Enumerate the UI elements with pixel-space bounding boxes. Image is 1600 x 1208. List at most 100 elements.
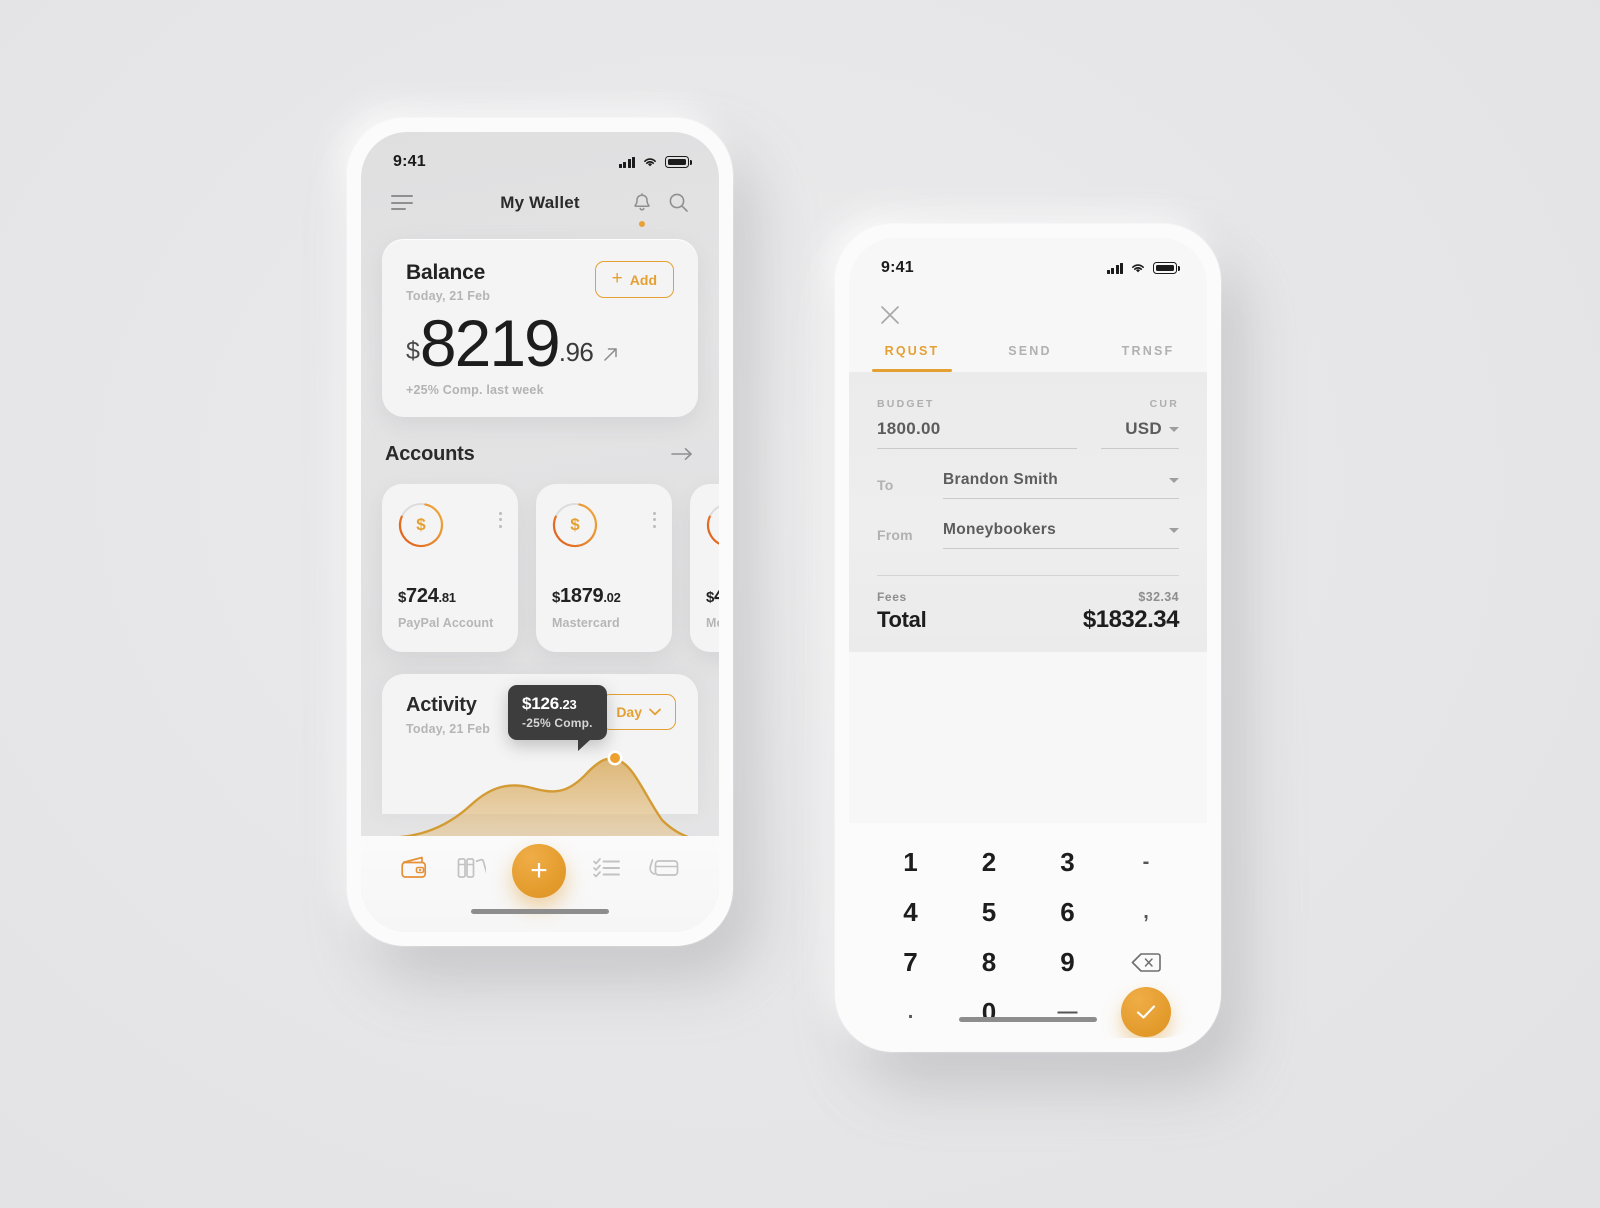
key-period[interactable]: .: [871, 987, 950, 1037]
caret-down-icon: [1169, 426, 1179, 432]
fees-value: $32.34: [1138, 590, 1179, 604]
balance-progress-ring: $: [398, 502, 444, 548]
transaction-type-tabs: RQUST SEND TRNSF: [849, 344, 1207, 372]
numeric-keypad: 1 2 3 - 4 5 6 , 7 8 9 . 0 —: [849, 823, 1207, 1038]
balance-decimal: .96: [558, 336, 594, 367]
balance-comparison-note: +25% Comp. last week: [406, 382, 544, 397]
tooltip-amount-int: $126: [522, 693, 560, 713]
key-4[interactable]: 4: [871, 887, 950, 937]
key-2[interactable]: 2: [950, 837, 1029, 887]
to-field[interactable]: Brandon Smith: [943, 471, 1179, 499]
tab-send[interactable]: SEND: [971, 344, 1089, 372]
account-name: PayPal Account: [398, 615, 494, 630]
from-row: From Moneybookers: [877, 521, 1179, 549]
key-7[interactable]: 7: [871, 937, 950, 987]
tooltip-note: -25% Comp.: [522, 715, 593, 730]
tab-rqust[interactable]: RQUST: [853, 344, 971, 372]
account-card[interactable]: $ $1879.02 Mastercard: [536, 483, 672, 652]
phone-request-screen: 9:41 RQUST SEND TRNSF BUDGET 1800.00 CUR…: [835, 224, 1221, 1052]
account-amount-int: 724: [406, 584, 439, 607]
field-underline: [943, 498, 1179, 499]
account-currency: $: [706, 588, 715, 606]
status-time: 9:41: [393, 153, 426, 170]
app-header: My Wallet: [361, 178, 719, 227]
activity-card: Activity Today, 21 Feb Day $126.23 -25% …: [382, 673, 719, 842]
field-underline: [1101, 448, 1179, 449]
key-comma[interactable]: ,: [1107, 887, 1186, 937]
key-5[interactable]: 5: [950, 887, 1029, 937]
page-title: My Wallet: [500, 192, 580, 212]
total-row: Total $1832.34: [877, 604, 1180, 634]
add-balance-label: Add: [629, 271, 657, 288]
balance-progress-ring: $: [706, 502, 719, 548]
budget-currency-row: BUDGET 1800.00 CUR USD: [877, 398, 1179, 449]
field-underline: [943, 548, 1179, 549]
budget-field[interactable]: BUDGET 1800.00: [877, 398, 1077, 449]
to-select[interactable]: Brandon Smith: [943, 471, 1179, 489]
notification-dot: [639, 221, 645, 227]
backspace-icon[interactable]: [1107, 937, 1186, 987]
account-card[interactable]: $ $42 Mone: [690, 483, 719, 652]
from-value: Moneybookers: [943, 521, 1056, 538]
from-select[interactable]: Moneybookers: [943, 521, 1179, 539]
header-actions: [632, 192, 689, 227]
account-card[interactable]: $ $724.81 PayPal Account: [382, 483, 518, 652]
account-amount: $42: [706, 585, 719, 608]
add-balance-button[interactable]: + Add: [594, 261, 674, 298]
budget-input[interactable]: 1800.00: [877, 419, 1077, 439]
key-3[interactable]: 3: [1028, 837, 1107, 887]
wifi-icon: [1132, 264, 1144, 273]
key-0[interactable]: 0: [950, 987, 1029, 1037]
hamburger-icon[interactable]: [391, 195, 413, 210]
period-label: Day: [616, 703, 642, 720]
add-fab[interactable]: +: [512, 844, 566, 898]
fees-row: Fees $32.34: [877, 590, 1179, 604]
dollar-icon: $: [570, 514, 580, 534]
from-field[interactable]: Moneybookers: [943, 521, 1179, 549]
chevron-down-icon: [649, 708, 661, 715]
key-minus-sign[interactable]: -: [1107, 837, 1186, 887]
bell-icon[interactable]: [632, 192, 652, 227]
accounts-header: Accounts: [361, 417, 719, 466]
balance-progress-ring: $: [552, 502, 598, 548]
key-6[interactable]: 6: [1028, 887, 1107, 937]
check-icon: [1120, 987, 1171, 1037]
status-icons: [1106, 262, 1180, 274]
totals-section: Fees $32.34 Total $1832.34: [877, 575, 1180, 634]
key-9[interactable]: 9: [1028, 937, 1107, 987]
battery-icon: [1153, 262, 1180, 274]
key-dash[interactable]: —: [1028, 987, 1107, 1037]
balance-card: Balance Today, 21 Feb + Add $ 8219 .96 +…: [382, 239, 698, 417]
folders-icon[interactable]: [456, 850, 488, 880]
trend-up-arrow-icon: [602, 346, 619, 363]
caret-down-icon: [1169, 477, 1179, 483]
balance-integer: 8219: [419, 306, 561, 380]
currency-label: CUR: [1149, 398, 1179, 410]
wallet-icon[interactable]: [400, 850, 430, 880]
confirm-button[interactable]: [1107, 987, 1186, 1037]
cards-icon[interactable]: [648, 850, 680, 880]
add-fab-label: +: [530, 854, 548, 887]
account-options-button[interactable]: [653, 502, 656, 528]
account-currency: $: [398, 588, 407, 606]
to-row: To Brandon Smith: [877, 471, 1179, 499]
accounts-carousel[interactable]: $ $724.81 PayPal Account $ $1879.02 Mast…: [361, 466, 719, 652]
account-options-button[interactable]: [499, 502, 502, 528]
key-1[interactable]: 1: [871, 837, 950, 887]
fees-label: Fees: [877, 590, 907, 604]
period-selector-button[interactable]: Day: [601, 693, 676, 730]
home-indicator: [471, 909, 609, 914]
phone2-screen: 9:41 RQUST SEND TRNSF BUDGET 1800.00 CUR…: [849, 238, 1207, 1038]
key-8[interactable]: 8: [950, 937, 1029, 987]
currency-field[interactable]: CUR USD: [1101, 398, 1179, 449]
currency-select[interactable]: USD: [1101, 419, 1179, 439]
search-icon[interactable]: [668, 192, 689, 213]
checklist-icon[interactable]: [592, 850, 622, 880]
arrow-right-icon[interactable]: [671, 447, 693, 461]
tab-trnsf[interactable]: TRNSF: [1089, 344, 1207, 372]
from-label: From: [877, 527, 913, 543]
account-amount-dec: .02: [603, 589, 621, 605]
close-icon[interactable]: [849, 284, 1207, 326]
account-amount-int: 1879: [560, 584, 604, 607]
account-amount-dec: .81: [438, 589, 456, 605]
